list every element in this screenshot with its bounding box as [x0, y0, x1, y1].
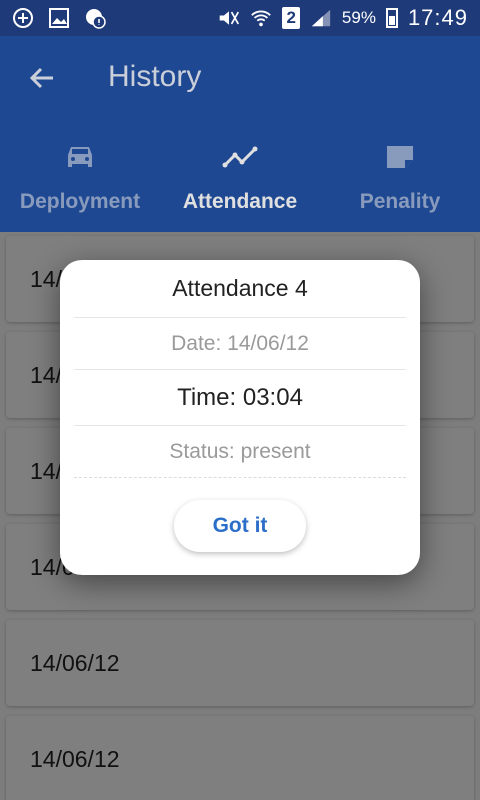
dialog-date: Date: 14/06/12: [74, 318, 406, 370]
notification-icons: [12, 7, 106, 29]
dialog-time: Time: 03:04: [74, 370, 406, 426]
wifi-icon: [250, 7, 272, 29]
mute-icon: [218, 7, 240, 29]
image-icon: [48, 7, 70, 29]
battery-icon: [385, 8, 398, 28]
app-bar-scrim: [0, 36, 480, 232]
status-bar: 2 59% 17:49: [0, 0, 480, 36]
clock: 17:49: [407, 5, 468, 30]
attendance-dialog: Attendance 4 Date: 14/06/12 Time: 03:04 …: [60, 260, 420, 575]
got-it-button[interactable]: Got it: [174, 500, 306, 552]
dialog-status: Status: present: [74, 426, 406, 478]
dialog-title: Attendance 4: [74, 260, 406, 318]
dialog-actions: Got it: [74, 478, 406, 552]
add-circle-icon: [12, 7, 34, 29]
system-status: 2 59% 17:49: [218, 5, 468, 31]
battery-percent: 59%: [341, 8, 376, 27]
signal-icon: [310, 7, 332, 29]
alert-icon: [84, 7, 106, 29]
sim-slot-badge: 2: [282, 7, 300, 29]
